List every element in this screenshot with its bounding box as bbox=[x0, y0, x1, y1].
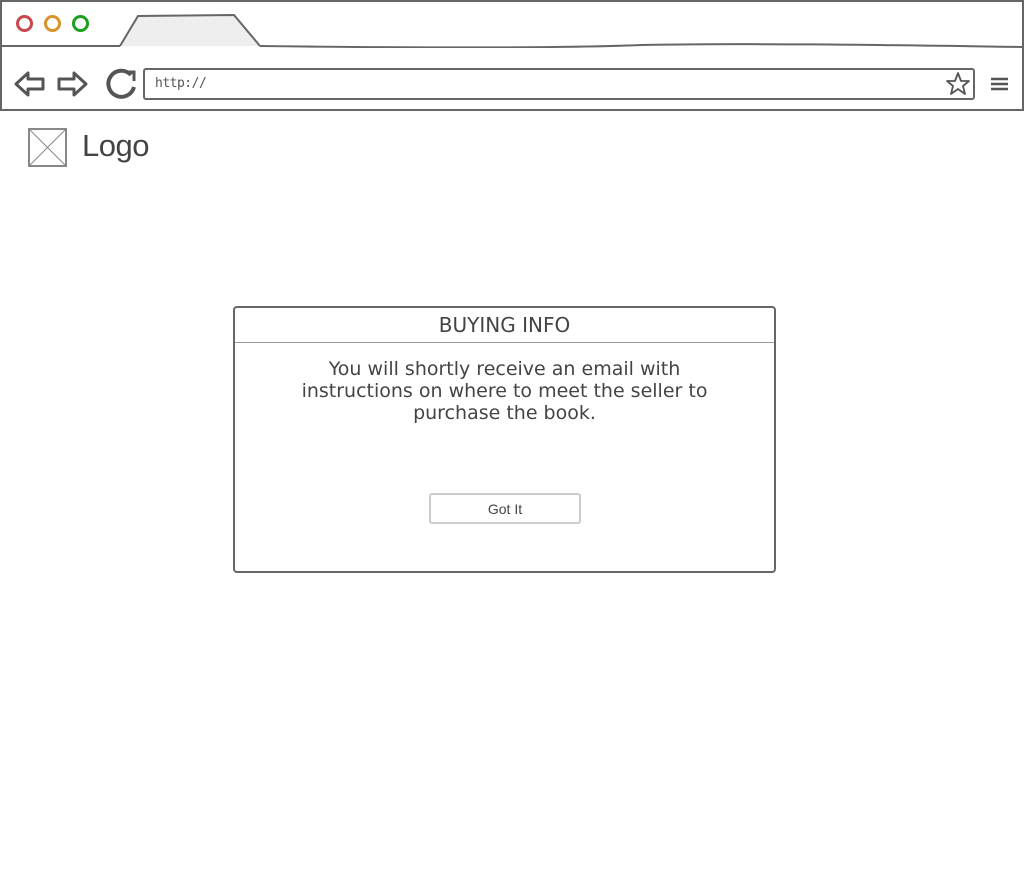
logo-label: Logo bbox=[82, 128, 149, 163]
browser-toolbar: http:// bbox=[2, 48, 1022, 111]
dialog-header: BUYING INFO bbox=[235, 308, 774, 343]
back-arrow-icon[interactable] bbox=[12, 68, 48, 100]
browser-window: http:// bbox=[0, 0, 1024, 111]
address-bar-text: http:// bbox=[155, 76, 207, 91]
dialog-body: You will shortly receive an email with i… bbox=[235, 358, 774, 424]
forward-arrow-icon[interactable] bbox=[54, 68, 90, 100]
address-bar[interactable]: http:// bbox=[143, 68, 975, 100]
hamburger-menu-icon[interactable] bbox=[990, 77, 1010, 93]
browser-tab[interactable] bbox=[2, 2, 1022, 48]
buying-info-dialog: BUYING INFO You will shortly receive an … bbox=[233, 306, 776, 573]
browser-titlebar bbox=[2, 2, 1022, 48]
dialog-title: BUYING INFO bbox=[438, 313, 571, 337]
star-icon[interactable] bbox=[944, 70, 972, 98]
reload-icon[interactable] bbox=[103, 67, 141, 101]
dialog-message: You will shortly receive an email with i… bbox=[301, 358, 708, 424]
image-placeholder-icon bbox=[28, 128, 67, 167]
got-it-button[interactable]: Got It bbox=[429, 493, 581, 524]
